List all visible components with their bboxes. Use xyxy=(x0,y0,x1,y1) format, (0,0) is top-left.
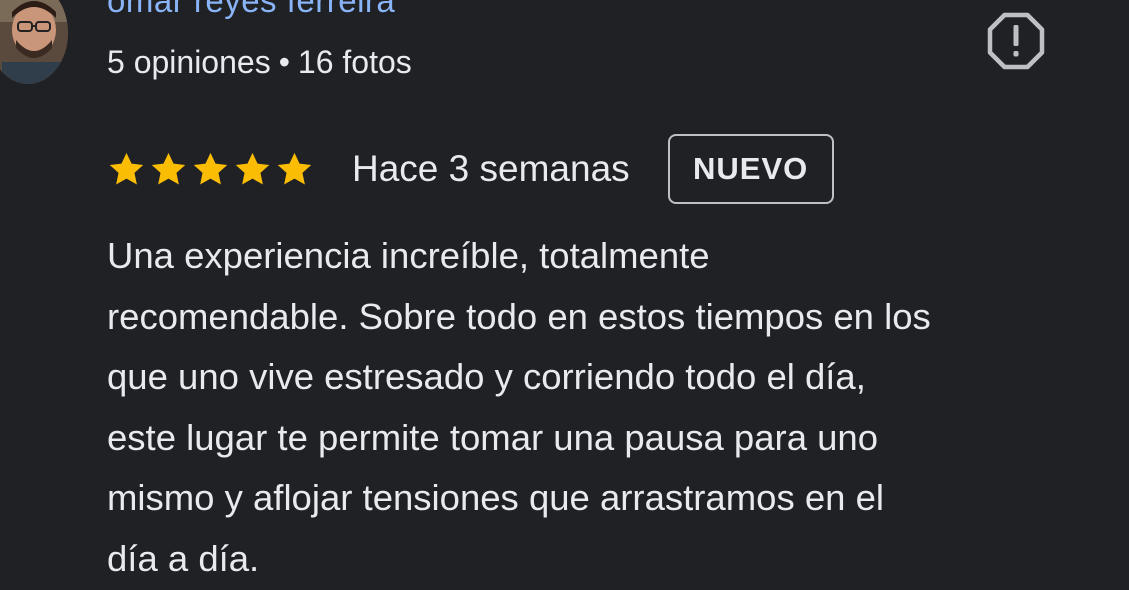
report-icon[interactable] xyxy=(987,12,1045,70)
photos-count: 16 fotos xyxy=(297,44,412,80)
review-text-line: mismo y aflojar tensiones que arrastramo… xyxy=(107,477,884,518)
review-time: Hace 3 semanas xyxy=(352,148,630,189)
star-icon xyxy=(235,152,270,184)
reviews-count: 5 opiniones xyxy=(107,44,271,80)
star-rating xyxy=(107,150,314,189)
review-text-line: día a día. xyxy=(107,537,260,579)
review-text-line: este lugar te permite tomar una pausa pa… xyxy=(107,416,879,458)
star-icon xyxy=(277,152,312,184)
avatar[interactable] xyxy=(0,0,68,84)
reviewer-meta: 5 opiniones • 16 fotos xyxy=(107,44,412,81)
star-icon xyxy=(151,152,186,184)
meta-separator: • xyxy=(278,44,290,80)
reviewer-name[interactable]: omar reyes ferreira xyxy=(107,0,395,20)
review-text-line: recomendable. Sobre todo en estos tiempo… xyxy=(107,295,931,337)
new-badge: NUEVO xyxy=(667,134,834,204)
star-icon xyxy=(109,152,144,184)
review-text-line: Una experiencia increíble, totalmente xyxy=(107,235,710,276)
review-text: Una experiencia increíble, totalmente rec… xyxy=(107,226,1107,589)
star-icon xyxy=(193,152,228,184)
review-text-line: que uno vive estresado y corriendo todo … xyxy=(107,356,866,397)
rating-row: Hace 3 semanas NUEVO xyxy=(107,132,834,206)
